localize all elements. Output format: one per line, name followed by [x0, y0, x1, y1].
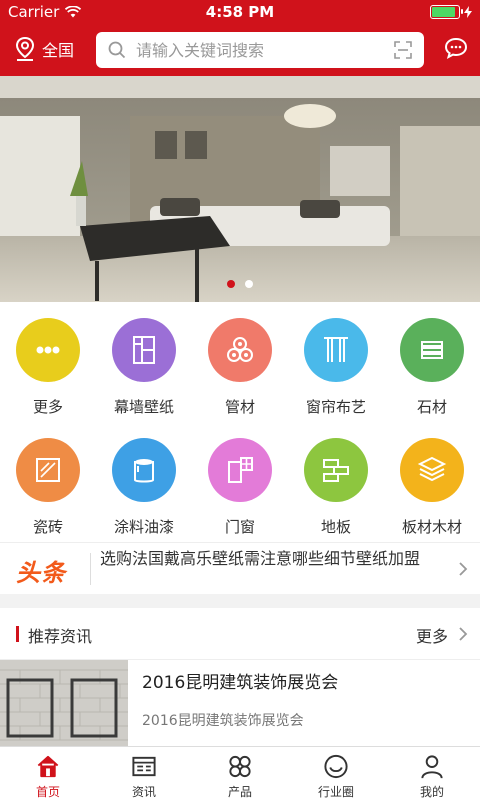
- banner-image: [0, 76, 480, 302]
- category-item[interactable]: 板材木材: [384, 422, 480, 542]
- location-selector[interactable]: 全国: [14, 36, 74, 62]
- news-item[interactable]: 2016昆明建筑装饰展览会 2016昆明建筑装饰展览会: [0, 660, 480, 746]
- category-label: 瓷砖: [32, 518, 63, 536]
- location-pin-icon: [15, 36, 35, 61]
- tab-item[interactable]: 资讯: [96, 747, 192, 800]
- search-icon: [108, 41, 126, 59]
- carousel-dot[interactable]: [245, 280, 253, 288]
- section-header: 推荐资讯 更多: [0, 608, 480, 660]
- tab-item[interactable]: 产品: [192, 747, 288, 800]
- chevron-right-icon: [459, 562, 468, 576]
- tab-label: 我的: [419, 785, 444, 799]
- tab-item[interactable]: 我的: [384, 747, 480, 800]
- category-label: 更多: [32, 398, 63, 416]
- circle-icon: [324, 754, 348, 779]
- tab-bar: 首页 资讯 产品 行业圈 我的: [0, 746, 480, 800]
- wallpaper-icon: [112, 318, 176, 382]
- headline-bar[interactable]: 头条 选购法国戴高乐壁纸需注意哪些细节壁纸加盟: [0, 542, 480, 594]
- floor-icon: [304, 438, 368, 502]
- category-item[interactable]: 幕墙壁纸: [96, 302, 192, 422]
- tab-item[interactable]: 首页: [0, 747, 96, 800]
- category-label: 涂料油漆: [113, 518, 174, 536]
- charging-icon: [464, 6, 472, 18]
- category-label: 幕墙壁纸: [113, 398, 174, 416]
- news-icon: [132, 756, 156, 777]
- paint-icon: [112, 438, 176, 502]
- home-icon: [37, 755, 59, 778]
- category-label: 石材: [416, 398, 447, 416]
- category-item[interactable]: 瓷砖: [0, 422, 96, 542]
- tab-label: 资讯: [131, 785, 156, 799]
- category-item[interactable]: 窗帘布艺: [288, 302, 384, 422]
- more-link[interactable]: 更多: [416, 623, 448, 647]
- header-bar: 全国: [0, 24, 480, 76]
- location-label: 全国: [42, 41, 75, 60]
- category-item[interactable]: 石材: [384, 302, 480, 422]
- more-icon: [16, 318, 80, 382]
- category-item[interactable]: 门窗: [192, 422, 288, 542]
- section-title: 推荐资讯: [28, 627, 93, 646]
- news-subtitle: 2016昆明建筑装饰展览会: [142, 713, 304, 729]
- tab-label: 行业圈: [317, 785, 354, 799]
- tile-icon: [16, 438, 80, 502]
- tab-label: 首页: [35, 785, 60, 799]
- battery-level: [432, 7, 455, 17]
- curtain-icon: [304, 318, 368, 382]
- category-label: 窗帘布艺: [305, 398, 366, 416]
- battery-icon: [430, 5, 463, 19]
- news-title: 2016昆明建筑装饰展览会: [142, 673, 339, 693]
- category-item[interactable]: 更多: [0, 302, 96, 422]
- category-item[interactable]: 管材: [192, 302, 288, 422]
- category-item[interactable]: 涂料油漆: [96, 422, 192, 542]
- category-label: 板材木材: [401, 518, 462, 536]
- pipe-icon: [208, 318, 272, 382]
- section-accent: [16, 626, 19, 642]
- category-label: 管材: [224, 398, 255, 416]
- board-icon: [400, 438, 464, 502]
- message-icon[interactable]: [444, 37, 468, 59]
- scan-icon[interactable]: [394, 41, 412, 59]
- tab-label: 产品: [227, 785, 252, 799]
- headline-tag: 头条: [16, 559, 66, 587]
- category-label: 地板: [320, 518, 351, 536]
- stone-icon: [400, 318, 464, 382]
- search-input[interactable]: [136, 40, 376, 60]
- category-label: 门窗: [224, 518, 255, 536]
- status-time: 4:58 PM: [205, 3, 275, 21]
- user-icon: [421, 755, 443, 779]
- news-thumbnail: [0, 660, 128, 746]
- carousel-dots: [0, 280, 480, 288]
- search-box[interactable]: [96, 32, 424, 68]
- tab-item[interactable]: 行业圈: [288, 747, 384, 800]
- headline-divider: [90, 553, 91, 585]
- headline-text[interactable]: 选购法国戴高乐壁纸需注意哪些细节壁纸加盟: [100, 549, 452, 569]
- chevron-right-icon[interactable]: [458, 626, 468, 642]
- product-icon: [229, 755, 251, 778]
- door-window-icon: [208, 438, 272, 502]
- status-bar: Carrier 4:58 PM: [0, 0, 480, 24]
- carousel-dot[interactable]: [227, 280, 235, 288]
- category-grid: 更多 幕墙壁纸 管材 窗帘布艺 石材瓷砖 涂料油漆 门窗 地板 板材木材: [0, 302, 480, 542]
- category-item[interactable]: 地板: [288, 422, 384, 542]
- banner-carousel[interactable]: [0, 76, 480, 302]
